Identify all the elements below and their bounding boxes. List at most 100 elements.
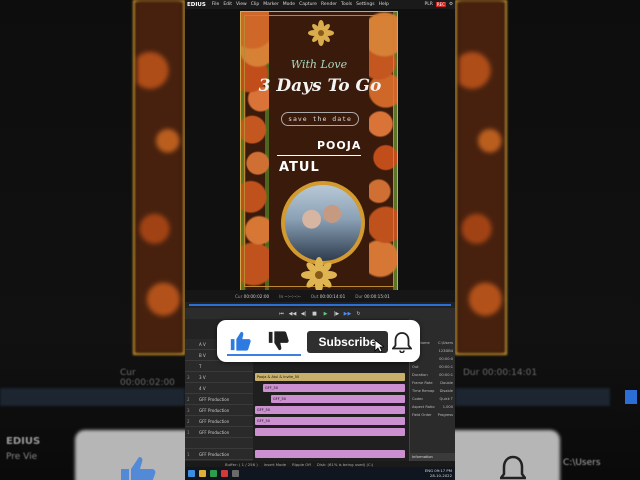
blurred-timeline-right: [455, 388, 610, 406]
track-header[interactable]: 2 GFF Production: [185, 416, 253, 427]
blurred-timeline-left: [0, 388, 185, 406]
screen: Cur 00:00:02:00 EDIUS Pre Vie Dur 00:00:…: [0, 0, 640, 480]
track-header[interactable]: 1 GFF Production: [185, 427, 253, 438]
stop-icon[interactable]: ■: [312, 311, 318, 317]
track-header[interactable]: [185, 438, 253, 449]
tc-cur: Cur 00:00:02:00: [235, 293, 270, 299]
top-flower-ornament: [308, 20, 334, 46]
blurred-background-left: Cur 00:00:02:00 EDIUS Pre Vie: [0, 0, 185, 480]
step-forward-icon[interactable]: |▶: [334, 311, 340, 317]
name-divider: [277, 155, 361, 156]
tc-in: In --:--:--:--: [279, 293, 301, 299]
scrubber-track: [189, 304, 451, 306]
timeline-clip[interactable]: GFF_50: [255, 417, 405, 425]
set-in-icon[interactable]: ⏮: [279, 311, 285, 317]
app-icon[interactable]: [210, 470, 217, 477]
bell-icon[interactable]: [392, 331, 412, 353]
menu-mode[interactable]: Mode: [283, 2, 295, 7]
track-header[interactable]: 3 GFF Production: [185, 405, 253, 416]
blurred-flowers-right: [459, 0, 503, 352]
couple-photo: [285, 185, 361, 261]
settings-gear-icon[interactable]: ⚙: [449, 2, 453, 7]
blurred-timecode-right: Dur 00:00:14:01: [463, 368, 538, 378]
blurred-flowers-left: [137, 0, 181, 352]
play-icon[interactable]: ▶: [323, 311, 329, 317]
with-love-text: With Love: [290, 58, 348, 71]
subscribe-overlay: Subscribe: [217, 320, 420, 362]
info-row: Field Order Progress: [412, 413, 453, 417]
explorer-icon[interactable]: [199, 470, 206, 477]
rec-badge[interactable]: REC: [435, 2, 446, 7]
info-row: Duration 00:00:1: [412, 373, 453, 377]
windows-taskbar: ENG 09:17 PM 28-10-2022: [185, 467, 455, 480]
info-row: Frame Rate Double: [412, 381, 453, 385]
info-row: Time Remap Disable: [412, 389, 453, 393]
save-the-date-pill: save the date: [281, 112, 359, 126]
info-row: Out 00:00:1: [412, 365, 453, 369]
menu-render[interactable]: Render: [321, 2, 337, 7]
information-tab[interactable]: Information: [410, 453, 455, 461]
menu-clip[interactable]: Clip: [251, 2, 260, 7]
timeline-clip[interactable]: GFF_50: [263, 384, 405, 392]
like-underline: [227, 354, 301, 356]
timeline-clip[interactable]: [255, 450, 405, 458]
blurred-pre-left: Pre Vie: [6, 452, 38, 462]
rewind-icon[interactable]: ◀◀: [289, 311, 297, 317]
menu-bar: EDIUS File Edit View Clip Marker Mode Ca…: [185, 0, 455, 9]
menu-marker[interactable]: Marker: [263, 2, 279, 7]
invitation-card: With Love 3 Days To Go save the date POO…: [240, 11, 398, 291]
blurred-bell-icon: [498, 455, 528, 480]
edius-task-icon[interactable]: [232, 470, 239, 477]
timeline-clip[interactable]: GFF_50: [255, 406, 405, 414]
tc-out: Out 00:00:14:01: [310, 293, 346, 299]
menu-tools[interactable]: Tools: [341, 2, 352, 7]
bride-name: POOJA: [317, 139, 362, 152]
days-to-go-title: 3 Days To Go: [258, 76, 382, 96]
track-header[interactable]: 4 V: [185, 383, 253, 394]
info-row: Codec Quick T: [412, 397, 453, 401]
track-header[interactable]: T: [185, 361, 253, 372]
blurred-background-right: Dur 00:00:14:01 C:\Users: [455, 0, 640, 480]
menu-settings[interactable]: Settings: [356, 2, 374, 7]
status-buffer: Buffer: ( 1 / 256 ): [225, 461, 258, 467]
edius-window: EDIUS File Edit View Clip Marker Mode Ca…: [185, 0, 455, 480]
tc-dur: Dur 00:00:15:01: [355, 293, 390, 299]
status-insert-mode[interactable]: Insert Mode: [264, 462, 286, 467]
blurred-path-right: C:\Users: [563, 458, 601, 468]
track-header[interactable]: 2 GFF Production: [185, 394, 253, 405]
blurred-scroll-right: [625, 390, 637, 404]
step-back-icon[interactable]: ◀|: [301, 311, 307, 317]
start-icon[interactable]: [188, 470, 195, 477]
dislike-icon[interactable]: [267, 330, 289, 352]
menu-help[interactable]: Help: [379, 2, 389, 7]
loop-icon[interactable]: ↻: [356, 311, 362, 317]
blurred-brand-left: EDIUS: [6, 436, 41, 447]
menu-edit[interactable]: Edit: [223, 2, 232, 7]
mouse-pointer-icon: [374, 339, 384, 353]
timeline-clip[interactable]: GFF_50: [271, 395, 405, 403]
menu-file[interactable]: File: [212, 2, 220, 7]
timecode-bar: Cur 00:00:02:00 In --:--:--:-- Out 00:00…: [185, 290, 455, 302]
app-brand: EDIUS: [187, 1, 206, 8]
like-icon[interactable]: [229, 330, 251, 352]
app-icon[interactable]: [221, 470, 228, 477]
preview-monitor: With Love 3 Days To Go save the date POO…: [185, 9, 455, 291]
taskbar-clock: ENG 09:17 PM 28-10-2022: [424, 468, 452, 478]
menubar-right: PLR REC ⚙: [424, 2, 453, 7]
groom-name: ATUL: [279, 160, 320, 175]
bottom-flower-ornament: [301, 257, 337, 290]
menu-view[interactable]: View: [236, 2, 247, 7]
fast-forward-icon[interactable]: ▶▶: [344, 311, 352, 317]
status-ripple[interactable]: Ripple Off: [292, 462, 311, 467]
couple-photo-frame: [281, 181, 365, 265]
blurred-timecode-left: Cur 00:00:02:00: [120, 368, 175, 388]
track-header[interactable]: 1 GFF Production: [185, 449, 253, 460]
timeline-clip[interactable]: [255, 428, 405, 436]
status-disk: Disk: (61% is being used) (C:): [316, 461, 374, 467]
blurred-like-icon: [115, 455, 159, 480]
menu-capture[interactable]: Capture: [299, 2, 317, 7]
mode-badge[interactable]: PLR: [424, 2, 432, 7]
timeline-clip[interactable]: Pooja & Atul & Invite_50: [255, 373, 405, 381]
info-row: Aspect Ratio 1.000: [412, 405, 453, 409]
track-header[interactable]: 33 V: [185, 372, 253, 383]
